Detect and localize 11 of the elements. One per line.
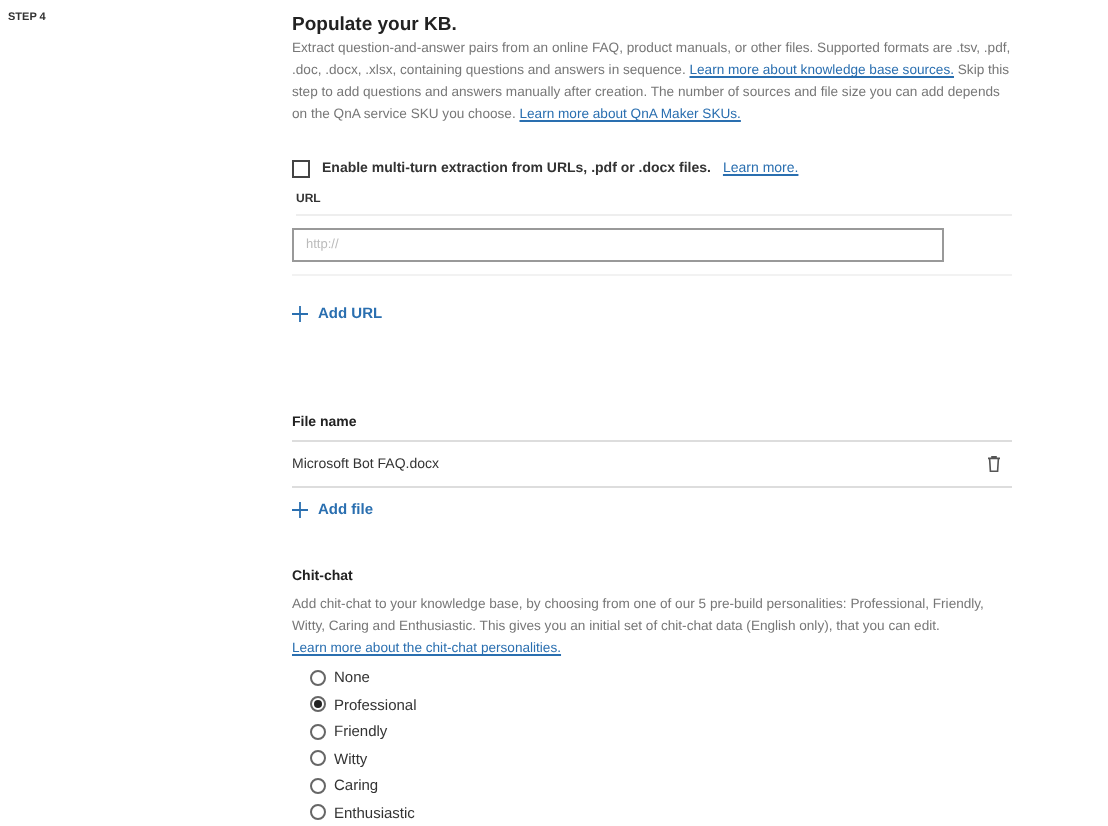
trash-icon[interactable] xyxy=(988,456,1000,472)
radio-button[interactable] xyxy=(310,777,326,794)
section-title: Populate your KB. xyxy=(292,14,459,36)
radio-button[interactable] xyxy=(310,804,326,821)
radio-button[interactable] xyxy=(310,723,326,740)
plus-icon xyxy=(292,305,308,321)
checkbox[interactable] xyxy=(292,160,310,178)
radio-button[interactable] xyxy=(310,669,326,686)
radio-button[interactable] xyxy=(310,750,326,767)
plus-icon xyxy=(292,501,308,517)
radio-button[interactable] xyxy=(310,696,326,713)
